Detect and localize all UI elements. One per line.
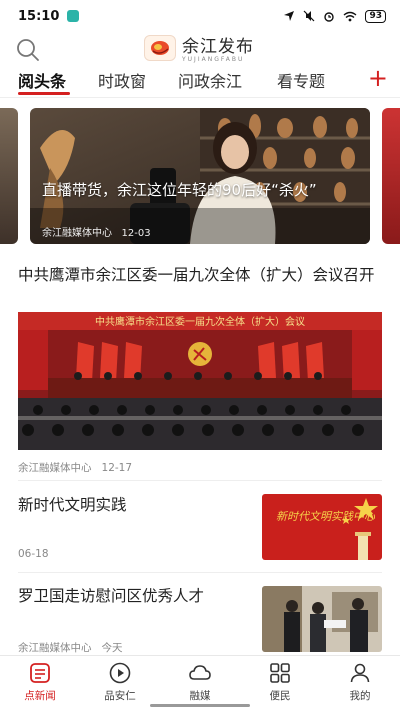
tab-politics[interactable]: 时政窗 [98, 68, 146, 92]
nav-label: 品安仁 [104, 690, 136, 702]
user-icon [350, 663, 370, 683]
nav-item-profile[interactable]: 我的 [320, 656, 400, 711]
news-item-1[interactable]: 中共鹰潭市余江区委一届九次全体（扩大）会议召开 [18, 264, 382, 286]
nav-label: 我的 [349, 690, 371, 702]
news-item-2[interactable]: 新时代文明实践 [18, 494, 248, 516]
active-tab-indicator [18, 92, 70, 95]
carousel-next-slide[interactable] [382, 108, 400, 244]
alarm-icon [324, 12, 335, 22]
news-date: 今天 [101, 642, 123, 654]
tab-topics[interactable]: 看专题 [277, 68, 325, 92]
status-time: 15:10 [18, 8, 60, 24]
logo-subtitle: YUJIANGFABU [182, 56, 245, 63]
bottom-navigation: 点新闻 品安仁 融媒 便民 我的 [0, 655, 400, 711]
wifi-icon [344, 11, 357, 21]
news-title: 罗卫国走访慰问区优秀人才 [18, 587, 205, 605]
app-logo: 余江发布 YUJIANGFABU [144, 32, 254, 63]
status-bar: 15:10 93 [0, 0, 400, 32]
nav-item-services[interactable]: 便民 [240, 656, 320, 711]
search-icon[interactable] [14, 36, 42, 64]
news-source: 余江融媒体中心 [18, 642, 92, 654]
news-thumbnail-visit[interactable] [262, 586, 382, 652]
nav-item-news[interactable]: 点新闻 [0, 656, 80, 711]
news-date: 06-18 [18, 548, 49, 560]
home-indicator [150, 704, 250, 707]
add-channel-button[interactable]: + [368, 64, 388, 92]
news-date: 12-17 [101, 462, 133, 474]
carousel-meta: 余江融媒体中心 12-03 [42, 224, 151, 239]
grid-icon [270, 663, 290, 683]
location-icon [284, 11, 295, 21]
carousel-prev-slide[interactable] [0, 108, 18, 244]
status-icons: 93 [283, 9, 386, 23]
battery-indicator: 93 [365, 9, 386, 23]
carousel-source: 余江融媒体中心 [42, 228, 112, 239]
meeting-banner-text: 中共鹰潭市余江区委一届九次全体（扩大）会议 [95, 315, 305, 328]
tab-headlines[interactable]: 阅头条 [18, 68, 66, 92]
mute-icon [304, 10, 315, 22]
news-title: 中共鹰潭市余江区委一届九次全体（扩大）会议召开 [18, 266, 375, 284]
tab-ask-government[interactable]: 问政余江 [178, 68, 242, 92]
nav-label: 融媒 [189, 690, 211, 702]
nav-item-anren[interactable]: 品安仁 [80, 656, 160, 711]
logo-emblem-icon [144, 34, 176, 61]
carousel-slide[interactable]: 直播带货，余江这位年轻的90后好“杀火” 余江融媒体中心 12-03 [30, 108, 370, 244]
cloud-icon [189, 665, 211, 680]
news-image-meeting[interactable]: 中共鹰潭市余江区委一届九次全体（扩大）会议 [18, 312, 382, 450]
carousel-title: 直播带货，余江这位年轻的90后好“杀火” [42, 181, 317, 199]
play-circle-icon [109, 662, 131, 684]
headline-carousel[interactable]: 直播带货，余江这位年轻的90后好“杀火” 余江融媒体中心 12-03 [0, 108, 400, 246]
app-header: 余江发布 YUJIANGFABU [0, 32, 400, 64]
news-meta-2: 06-18 [18, 548, 49, 560]
news-source: 余江融媒体中心 [18, 462, 92, 474]
logo-title: 余江发布 [182, 37, 254, 57]
news-meta-1: 余江融媒体中心 12-17 [18, 460, 132, 475]
divider [18, 480, 382, 481]
notification-app-icon [67, 10, 80, 22]
carousel-date: 12-03 [121, 228, 151, 239]
divider [18, 572, 382, 573]
nav-label: 便民 [269, 690, 291, 702]
thumb-slogan: 新时代文明实践中心 [276, 510, 376, 523]
channel-tabs: 阅头条 时政窗 问政余江 看专题 + [0, 64, 400, 98]
nav-label: 点新闻 [24, 690, 56, 702]
news-list-icon [30, 663, 50, 683]
news-title: 新时代文明实践 [18, 496, 127, 514]
news-thumbnail-civilization[interactable]: 新时代文明实践中心 [262, 494, 382, 560]
nav-item-media[interactable]: 融媒 [160, 656, 240, 711]
news-item-3[interactable]: 罗卫国走访慰问区优秀人才 [18, 585, 248, 607]
news-meta-3: 余江融媒体中心 今天 [18, 640, 123, 655]
